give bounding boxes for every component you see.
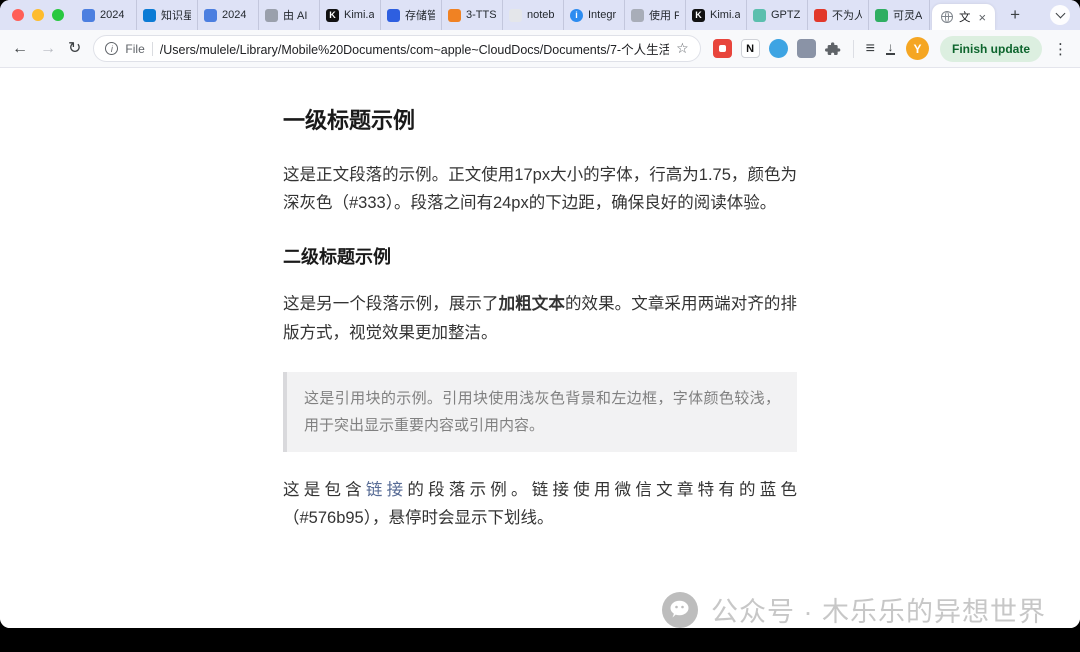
globe-icon xyxy=(941,11,953,23)
reload-button[interactable]: ↻ xyxy=(68,41,81,57)
extension-icon-slate[interactable] xyxy=(797,39,816,58)
watermark: 公众号 · 木乐乐的异想世界 xyxy=(662,590,1046,628)
site-info-icon[interactable]: i xyxy=(105,42,118,55)
zoom-window-button[interactable] xyxy=(52,9,64,21)
tab[interactable]: 2024 xyxy=(198,0,259,30)
tab[interactable]: 2024 xyxy=(76,0,137,30)
tab-favicon-icon xyxy=(387,9,400,22)
article-title: 一级标题示例 xyxy=(283,102,797,141)
tab-favicon-icon xyxy=(265,9,278,22)
tab[interactable]: 由 AI xyxy=(259,0,320,30)
reading-list-icon[interactable]: ≡ xyxy=(866,40,875,58)
tab[interactable]: 使用 P xyxy=(625,0,686,30)
tab-search-button[interactable] xyxy=(1050,5,1070,25)
tab-label: Kimi.a xyxy=(710,9,740,21)
tab-favicon-icon xyxy=(509,9,522,22)
tab-favicon-icon xyxy=(814,9,827,22)
article: 一级标题示例 这是正文段落的示例。正文使用17px大小的字体，行高为1.75，颜… xyxy=(283,68,797,533)
tab-favicon-icon xyxy=(875,9,888,22)
tab-label: 可灵A xyxy=(893,7,922,23)
wechat-icon xyxy=(662,592,698,628)
tab[interactable]: GPTZ xyxy=(747,0,808,30)
tab-favicon-icon xyxy=(82,9,95,22)
watermark-text: 公众号 · 木乐乐的异想世界 xyxy=(711,590,1046,628)
paragraph-1: 这是正文段落的示例。正文使用17px大小的字体，行高为1.75，颜色为深灰色（#… xyxy=(283,161,797,219)
blockquote-text: 这是引用块的示例。引用块使用浅灰色背景和左边框，字体颜色较浅，用于突出显示重要内… xyxy=(304,390,780,434)
paragraph-text: 这是另一个段落示例，展示了 xyxy=(283,295,499,313)
omnibox-divider xyxy=(152,42,153,56)
tab-favicon-icon xyxy=(204,9,217,22)
tab-favicon-icon: i xyxy=(570,9,583,22)
article-subtitle: 二级标题示例 xyxy=(283,242,797,274)
tab-favicon-icon xyxy=(143,9,156,22)
address-bar[interactable]: i File /Users/mulele/Library/Mobile%20Do… xyxy=(93,35,700,62)
tab-label: 3-TTS xyxy=(466,9,496,21)
downloads-icon[interactable]: ↓ xyxy=(886,42,895,55)
tab-label: GPTZ xyxy=(771,9,800,21)
close-window-button[interactable] xyxy=(12,9,24,21)
browser-window: 2024 知识星 2024 由 AI K Kimi.a 存储管 3-TTS no… xyxy=(0,0,1080,628)
tab-label: 2024 xyxy=(222,9,246,21)
tab[interactable]: K Kimi.a xyxy=(320,0,381,30)
inline-link[interactable]: 链接 xyxy=(366,481,407,499)
tab-label: 不为人 xyxy=(832,7,862,23)
tab-label: 存储管 xyxy=(405,7,435,23)
tab[interactable]: 可灵A xyxy=(869,0,930,30)
window-controls xyxy=(12,9,64,21)
new-tab-button[interactable]: + xyxy=(1005,5,1025,25)
paragraph-2: 这是另一个段落示例，展示了加粗文本的效果。文章采用两端对齐的排版方式，视觉效果更… xyxy=(283,290,797,348)
tab-label: 使用 P xyxy=(649,7,679,23)
paragraph-3: 这是包含链接的段落示例。链接使用微信文章特有的蓝色（#576b95），悬停时会显… xyxy=(283,476,797,534)
blockquote: 这是引用块的示例。引用块使用浅灰色背景和左边框，字体颜色较浅，用于突出显示重要内… xyxy=(283,372,797,452)
tab[interactable]: 不为人 xyxy=(808,0,869,30)
bookmark-star-icon[interactable]: ☆ xyxy=(676,40,689,57)
tab-label: 由 AI xyxy=(283,7,307,23)
back-button[interactable]: ← xyxy=(12,41,28,57)
tab-favicon-icon xyxy=(631,9,644,22)
tab-strip: 2024 知识星 2024 由 AI K Kimi.a 存储管 3-TTS no… xyxy=(0,0,1080,30)
toolbar-separator xyxy=(853,40,854,58)
tab[interactable]: noteb xyxy=(503,0,564,30)
extension-icon-red[interactable] xyxy=(713,39,732,58)
profile-avatar[interactable]: Y xyxy=(906,37,929,60)
tab-label: 2024 xyxy=(100,9,124,21)
page-content: 一级标题示例 这是正文段落的示例。正文使用17px大小的字体，行高为1.75，颜… xyxy=(0,68,1080,628)
browser-menu-icon[interactable]: ⋮ xyxy=(1053,40,1068,58)
forward-button[interactable]: → xyxy=(40,41,56,57)
tab[interactable]: 存储管 xyxy=(381,0,442,30)
tab-favicon-icon: K xyxy=(692,9,705,22)
tab-label: 知识星 xyxy=(161,7,191,23)
finish-update-button[interactable]: Finish update xyxy=(940,36,1042,62)
extensions-area: N xyxy=(713,39,841,58)
tab-favicon-icon xyxy=(448,9,461,22)
url-scheme-label: File xyxy=(125,42,144,56)
toolbar-right: ≡ ↓ Y Finish update ⋮ xyxy=(866,36,1068,62)
tab-label: noteb xyxy=(527,9,555,21)
minimize-window-button[interactable] xyxy=(32,9,44,21)
browser-toolbar: ← → ↻ i File /Users/mulele/Library/Mobil… xyxy=(0,30,1080,68)
extension-icon-notion[interactable]: N xyxy=(741,39,760,58)
active-tab-label: 文 xyxy=(959,9,971,25)
url-text: /Users/mulele/Library/Mobile%20Documents… xyxy=(160,39,669,58)
tab-active[interactable]: 文 × xyxy=(932,4,995,30)
extensions-puzzle-icon[interactable] xyxy=(825,41,841,57)
tab-close-icon[interactable]: × xyxy=(979,10,987,25)
chevron-down-icon xyxy=(1055,9,1065,19)
tab[interactable]: 知识星 xyxy=(137,0,198,30)
tab-label: Integr xyxy=(588,9,616,21)
tab-favicon-icon xyxy=(753,9,766,22)
paragraph-text: 这是包含 xyxy=(283,481,366,499)
tab-favicon-icon: K xyxy=(326,9,339,22)
tab[interactable]: K Kimi.a xyxy=(686,0,747,30)
tab-list: 2024 知识星 2024 由 AI K Kimi.a 存储管 3-TTS no… xyxy=(76,0,930,30)
tab[interactable]: i Integr xyxy=(564,0,625,30)
extension-icon-blue[interactable] xyxy=(769,39,788,58)
tab-label: Kimi.a xyxy=(344,9,374,21)
tab[interactable]: 3-TTS xyxy=(442,0,503,30)
bold-text: 加粗文本 xyxy=(499,295,565,313)
